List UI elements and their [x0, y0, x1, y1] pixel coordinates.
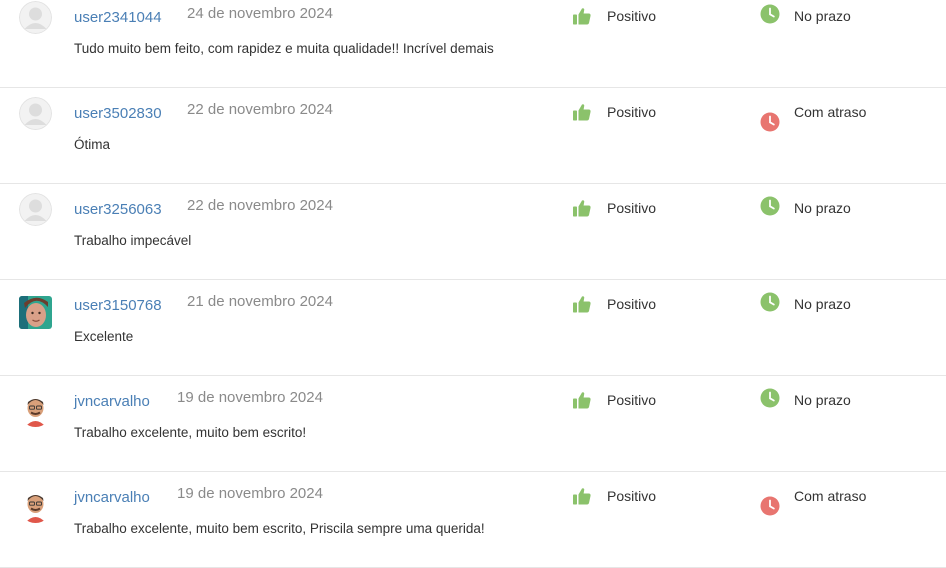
default-avatar-icon[interactable]: [19, 97, 52, 130]
thumbs-up-icon: [572, 486, 592, 506]
review-item: jvncarvalho 19 de novembro 2024 Trabalho…: [0, 472, 946, 568]
rating-label: Positivo: [607, 488, 657, 504]
review-date: 22 de novembro 2024: [187, 101, 333, 118]
cartoon-avatar[interactable]: [19, 490, 52, 523]
deadline-label: No prazo: [794, 200, 851, 216]
review-username[interactable]: jvncarvalho: [74, 489, 150, 506]
thumbs-up-icon: [572, 6, 592, 26]
review-date: 19 de novembro 2024: [177, 389, 323, 406]
rating-label: Positivo: [607, 8, 657, 24]
review-username[interactable]: jvncarvalho: [74, 393, 150, 410]
clock-icon: [760, 496, 780, 516]
reviews-list: user2341044 24 de novembro 2024 Tudo mui…: [0, 0, 946, 568]
default-avatar-icon[interactable]: [19, 1, 52, 34]
review-date: 19 de novembro 2024: [177, 485, 323, 502]
review-comment: Excelente: [74, 329, 134, 344]
clock-icon: [760, 292, 780, 312]
thumbs-up-icon: [572, 102, 592, 122]
rating-label: Positivo: [607, 296, 657, 312]
review-date: 21 de novembro 2024: [187, 293, 333, 310]
clock-icon: [760, 4, 780, 24]
thumbs-up-icon: [572, 390, 592, 410]
review-username[interactable]: user3256063: [74, 201, 162, 218]
review-item: user3256063 22 de novembro 2024 Trabalho…: [0, 184, 946, 280]
review-comment: Trabalho excelente, muito bem escrito, P…: [74, 521, 485, 536]
photo-avatar[interactable]: [19, 296, 52, 329]
review-username[interactable]: user3150768: [74, 297, 162, 314]
review-comment: Trabalho impecável: [74, 233, 192, 248]
thumbs-up-icon: [572, 198, 592, 218]
review-username[interactable]: user2341044: [74, 9, 162, 26]
clock-icon: [760, 196, 780, 216]
review-item: user2341044 24 de novembro 2024 Tudo mui…: [0, 0, 946, 88]
clock-icon: [760, 388, 780, 408]
review-item: user3502830 22 de novembro 2024 Ótima Po…: [0, 88, 946, 184]
rating-label: Positivo: [607, 104, 657, 120]
cartoon-avatar[interactable]: [19, 394, 52, 427]
review-comment: Ótima: [74, 137, 111, 152]
rating-label: Positivo: [607, 392, 657, 408]
clock-icon: [760, 112, 780, 132]
deadline-label: No prazo: [794, 296, 851, 312]
review-item: user3150768 21 de novembro 2024 Excelent…: [0, 280, 946, 376]
deadline-label: Com atraso: [794, 104, 867, 120]
rating-label: Positivo: [607, 200, 657, 216]
review-comment: Tudo muito bem feito, com rapidez e muit…: [74, 41, 494, 56]
review-item: jvncarvalho 19 de novembro 2024 Trabalho…: [0, 376, 946, 472]
review-date: 24 de novembro 2024: [187, 5, 333, 22]
review-comment: Trabalho excelente, muito bem escrito!: [74, 425, 307, 440]
review-date: 22 de novembro 2024: [187, 197, 333, 214]
review-username[interactable]: user3502830: [74, 105, 162, 122]
deadline-label: No prazo: [794, 392, 851, 408]
default-avatar-icon[interactable]: [19, 193, 52, 226]
thumbs-up-icon: [572, 294, 592, 314]
deadline-label: Com atraso: [794, 488, 867, 504]
deadline-label: No prazo: [794, 8, 851, 24]
